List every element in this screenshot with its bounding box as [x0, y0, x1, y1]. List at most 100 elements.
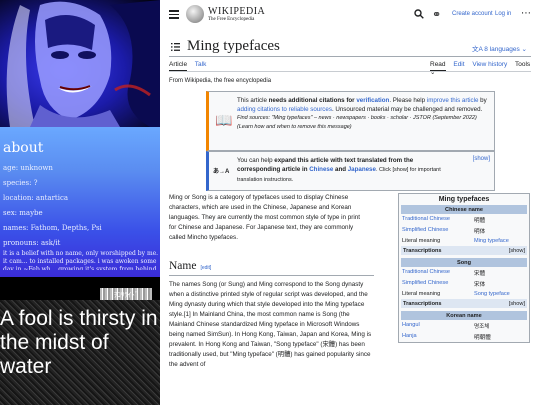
infobox-row: Literal meaning Ming typeface [399, 236, 529, 245]
notice-text: . Unsourced material may be challenged a… [331, 106, 483, 113]
notice-text: by [478, 97, 487, 104]
about-age: age: unknown [3, 164, 53, 172]
tab-article[interactable]: Article [169, 61, 188, 71]
japanese-link[interactable]: Japanese [348, 166, 376, 173]
citation-notice: 📖 This article needs additional citation… [206, 91, 495, 151]
tab-edit[interactable]: Edit [453, 61, 464, 68]
tab-view-history[interactable]: View history [472, 61, 507, 68]
about-bio: it is a belief with no name, only worshi… [3, 250, 159, 270]
infobox-row: Simplified Chinese 明体 [399, 225, 529, 236]
infobox-row: Hangul 명조체 [399, 320, 529, 331]
title-divider [169, 56, 531, 57]
notice-bold: and [333, 166, 348, 173]
transcriptions-label: Transcriptions [403, 300, 442, 307]
infobox: Ming typefaces Chinese name Traditional … [398, 193, 530, 343]
citation-notice-text: This article needs additional citations … [237, 96, 491, 132]
infobox-value: 명조체 [474, 323, 490, 330]
namespace-tabs: Article Talk [169, 61, 212, 71]
notice-text: This article [237, 97, 269, 104]
translate-icon: 文A [472, 46, 483, 53]
book-icon: 📖 [215, 112, 233, 128]
transcriptions-row[interactable]: Transcriptions [show] [401, 246, 527, 255]
infobox-row: Simplified Chinese 宋体 [399, 278, 529, 289]
personal-page: about age: unknown species: ? location: … [0, 0, 160, 405]
wiki-tagline: The Free Encyclopedia [208, 17, 255, 22]
infobox-key[interactable]: Traditional Chinese [402, 216, 474, 224]
menu-icon[interactable] [169, 10, 179, 19]
quote-text: A fool is thirsty in the midst of water [0, 307, 158, 378]
chinese-link[interactable]: Chinese [309, 166, 333, 173]
infobox-key[interactable]: Traditional Chinese [402, 269, 474, 277]
wiki-wordmark[interactable]: WIKIPEDIA [208, 6, 265, 17]
create-account-link[interactable]: Create account [452, 11, 493, 17]
woman-portrait-icon [6, 0, 160, 127]
glitter-badge-text: ｦｺｳﾗｲﾄﾞ [113, 291, 139, 299]
name-paragraph: The names Song (or Sung) and Ming corres… [169, 281, 372, 368]
wikipedia-window: WIKIPEDIA The Free Encyclopedia ⚭ Create… [160, 0, 540, 405]
tabs-divider [169, 71, 531, 72]
wikipedia-globe-icon[interactable] [186, 5, 204, 23]
infobox-value: 明朝體 [474, 334, 491, 341]
intro-paragraph: Ming or Song is a category of typefaces … [169, 194, 360, 241]
translation-icon: あ→A [213, 169, 230, 175]
languages-button[interactable]: 文A 8 languages ⌄ [472, 43, 527, 53]
show-button[interactable]: [show] [473, 156, 490, 162]
translation-notice-text: You can help expand this article with te… [237, 156, 457, 185]
about-species: species: ? [3, 179, 38, 187]
search-icon[interactable] [414, 9, 424, 19]
infobox-key: Literal meaning [402, 290, 441, 297]
tools-label: Tools [515, 61, 531, 68]
from-wikipedia-note: From Wikipedia, the free encyclopedia [169, 78, 272, 84]
infobox-key[interactable]: Hangul [402, 322, 474, 330]
login-link[interactable]: Log in [495, 11, 511, 17]
heading-text: Name [169, 260, 197, 272]
transcriptions-row[interactable]: Transcriptions [show] [401, 299, 527, 308]
infobox-title: Ming typefaces [438, 196, 490, 203]
infobox-value: 明體 [474, 217, 486, 224]
infobox-value[interactable]: Song typeface [474, 291, 526, 297]
improve-article-link[interactable]: improve this article [427, 97, 479, 104]
infobox-value: 明体 [474, 228, 486, 235]
section-divider [169, 275, 374, 276]
infobox-row: Traditional Chinese 明體 [399, 214, 529, 225]
infobox-section-header: Korean name [401, 311, 527, 320]
notice-text: You can help [237, 157, 275, 164]
about-title: about [3, 140, 44, 156]
wiki-header: WIKIPEDIA The Free Encyclopedia ⚭ Create… [160, 0, 540, 30]
user-icon[interactable]: ⚭ [432, 10, 444, 21]
edit-section-link[interactable]: [edit] [200, 265, 211, 271]
quote-box: A fool is thirsty in the midst of water [0, 300, 160, 405]
infobox-section-header: Chinese name [401, 205, 527, 214]
notice-text: . Please help [389, 97, 427, 104]
languages-label: 8 languages [484, 46, 520, 53]
transcriptions-label: Transcriptions [403, 247, 442, 254]
verification-link[interactable]: verification [356, 97, 389, 104]
show-toggle[interactable]: [show] [509, 301, 525, 307]
infobox-key[interactable]: Hanja [402, 333, 474, 341]
infobox-value: 宋體 [474, 270, 486, 277]
about-names: names: Fathom, Depths, Psi [3, 224, 102, 232]
infobox-value[interactable]: Ming typeface [474, 238, 526, 244]
page-title: Ming typefaces [187, 38, 280, 54]
infobox-row: Literal meaning Song typeface [399, 289, 529, 298]
tab-talk[interactable]: Talk [195, 61, 207, 68]
about-location: location: antartica [3, 194, 69, 202]
find-sources[interactable]: Find sources: "Ming typefaces" – news · … [237, 114, 491, 132]
infobox-key[interactable]: Simplified Chinese [402, 227, 474, 235]
infobox-row: Traditional Chinese 宋體 [399, 267, 529, 278]
about-sex: sex: maybe [3, 209, 43, 217]
more-icon[interactable]: ⋯ [521, 8, 531, 19]
infobox-key[interactable]: Simplified Chinese [402, 280, 474, 288]
infobox-key: Literal meaning [402, 237, 441, 244]
view-tabs: Read Edit View history Tools ⌄ [430, 61, 540, 76]
section-heading-name: Name [edit] [169, 260, 211, 272]
infobox-row: Hanja 明朝體 [399, 331, 529, 342]
about-pronouns: pronouns: ask/it [3, 239, 61, 247]
translation-notice: あ→A You can help expand this article wit… [206, 151, 495, 191]
adding-citations-link[interactable]: adding citations to reliable sources [237, 106, 332, 113]
infobox-value: 宋体 [474, 281, 486, 288]
notice-bold: needs additional citations for [268, 97, 357, 104]
table-of-contents-icon[interactable] [171, 43, 180, 51]
show-toggle[interactable]: [show] [509, 248, 525, 254]
portrait-image [0, 0, 160, 127]
